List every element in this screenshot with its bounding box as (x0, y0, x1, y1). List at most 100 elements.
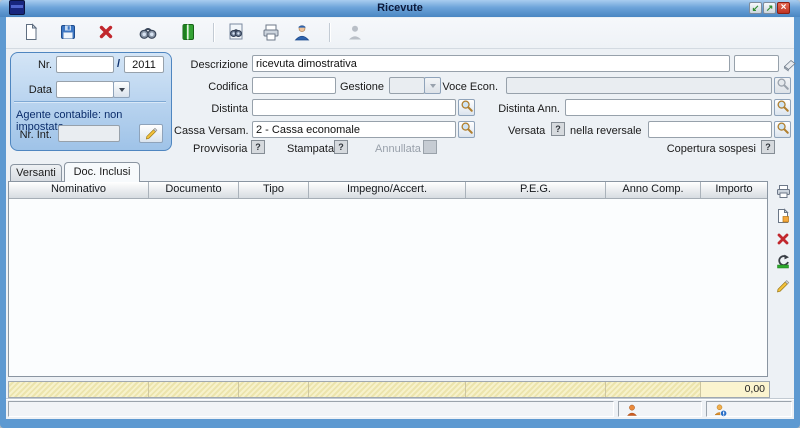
toolbar-separator (213, 23, 214, 42)
operator-icon (292, 22, 312, 45)
cassa-versam-input[interactable] (252, 121, 456, 138)
column-header-peg[interactable]: P.E.G. (466, 182, 606, 198)
stampata-checkbox[interactable]: ? (334, 140, 348, 154)
row-undo-button[interactable] (773, 252, 793, 272)
column-header-tipo[interactable]: Tipo (239, 182, 309, 198)
maximize-button[interactable]: ↗ (763, 2, 776, 14)
year-separator: / (117, 58, 121, 70)
pencil-icon (144, 125, 159, 143)
annullata-label: Annullata (375, 143, 421, 155)
distinta-ann-search-button[interactable] (774, 99, 791, 116)
versata-checkbox[interactable]: ? (551, 122, 565, 136)
clear-button[interactable] (781, 56, 797, 75)
current-user-icon (626, 404, 638, 416)
cassa-versam-search-button[interactable] (458, 121, 475, 138)
column-header-anno-comp[interactable]: Anno Comp. (606, 182, 701, 198)
data-dropdown-button[interactable] (113, 81, 130, 98)
person-disabled-button (343, 21, 367, 45)
stampata-label: Stampata (287, 143, 335, 155)
reversale-search-button[interactable] (774, 121, 791, 138)
new-button[interactable] (19, 21, 43, 45)
print-button[interactable] (259, 21, 283, 45)
column-header-nominativo[interactable]: Nominativo (9, 182, 149, 198)
validate-button[interactable] (176, 21, 200, 45)
voce-econ-input (506, 77, 772, 94)
groove-line (6, 399, 794, 400)
reversale-input[interactable] (648, 121, 772, 138)
descrizione-extra-input[interactable] (734, 55, 779, 72)
codifica-input[interactable] (252, 77, 336, 94)
tab-versanti[interactable]: Versanti (10, 164, 62, 181)
window-title: Ricevute (377, 2, 423, 14)
panel-divider (14, 101, 166, 102)
distinta-label: Distinta (211, 103, 248, 115)
total-importo: 0,00 (701, 382, 769, 397)
edit-nr-int-button[interactable] (139, 124, 163, 143)
delete-icon (96, 22, 116, 45)
total-cell (9, 382, 149, 397)
copertura-checkbox[interactable]: ? (761, 140, 775, 154)
save-button[interactable] (56, 21, 80, 45)
cassa-versam-label: Cassa Versam. (174, 125, 249, 137)
toolbar-separator (329, 23, 330, 42)
magnifier-icon (776, 99, 790, 116)
table-header-row: Nominativo Documento Tipo Impegno/Accert… (9, 182, 767, 199)
nr-input[interactable] (56, 56, 114, 73)
provvisoria-checkbox[interactable]: ? (251, 140, 265, 154)
delete-row-icon (775, 231, 791, 250)
column-header-documento[interactable]: Documento (149, 182, 239, 198)
documents-table: Nominativo Documento Tipo Impegno/Accert… (8, 181, 768, 377)
magnifier-icon (460, 99, 474, 116)
gestione-input (389, 77, 425, 94)
application-icon (9, 0, 25, 15)
status-segment-linked-user (706, 401, 792, 417)
year-input[interactable] (124, 56, 164, 73)
nr-int-input (58, 125, 120, 142)
voce-econ-label: Voce Econ. (442, 81, 498, 93)
print-preview-button[interactable] (224, 21, 248, 45)
pencil-icon (775, 277, 791, 296)
nella-reversale-label: nella reversale (570, 125, 642, 137)
tab-doc-inclusi[interactable]: Doc. Inclusi (64, 162, 140, 182)
chevron-down-icon (429, 83, 436, 88)
binoculars-icon (138, 22, 158, 45)
operator-button[interactable] (290, 21, 314, 45)
column-header-impegno[interactable]: Impegno/Accert. (309, 182, 466, 198)
annullata-checkbox (423, 140, 437, 154)
row-new-button[interactable] (773, 207, 793, 227)
restore-button[interactable]: ↙ (749, 2, 762, 14)
magnifier-icon (776, 121, 790, 138)
distinta-search-button[interactable] (458, 99, 475, 116)
main-toolbar (6, 18, 794, 49)
gestione-dropdown-button (424, 77, 441, 94)
chevron-down-icon (118, 87, 125, 92)
eraser-icon (781, 59, 797, 75)
close-button[interactable]: × (777, 2, 790, 14)
linked-user-icon (714, 404, 728, 417)
row-print-button[interactable] (773, 183, 793, 203)
search-button[interactable] (136, 21, 160, 45)
magnifier-icon (776, 77, 790, 94)
total-cell (309, 382, 466, 397)
data-input[interactable] (56, 81, 114, 98)
total-cell (606, 382, 701, 397)
distinta-ann-input[interactable] (565, 99, 772, 116)
title-bar[interactable]: Ricevute (0, 0, 800, 17)
distinta-ann-label: Distinta Ann. (498, 103, 560, 115)
column-header-importo[interactable]: Importo (701, 182, 767, 198)
save-icon (58, 22, 78, 45)
totals-row: 0,00 (8, 381, 770, 398)
distinta-input[interactable] (252, 99, 456, 116)
gestione-label: Gestione (340, 81, 385, 93)
person-disabled-icon (345, 22, 365, 45)
status-segment-user (618, 401, 702, 417)
descrizione-input[interactable] (252, 55, 730, 72)
row-delete-button[interactable] (773, 230, 793, 250)
data-label: Data (28, 84, 52, 96)
delete-button[interactable] (94, 21, 118, 45)
ricevute-window: Ricevute ↙ ↗ × Nr. / 2011 Data Agente co… (0, 0, 800, 428)
codifica-label: Codifica (208, 81, 248, 93)
row-edit-button[interactable] (773, 276, 793, 296)
total-cell (149, 382, 239, 397)
table-body-empty[interactable] (9, 199, 767, 378)
